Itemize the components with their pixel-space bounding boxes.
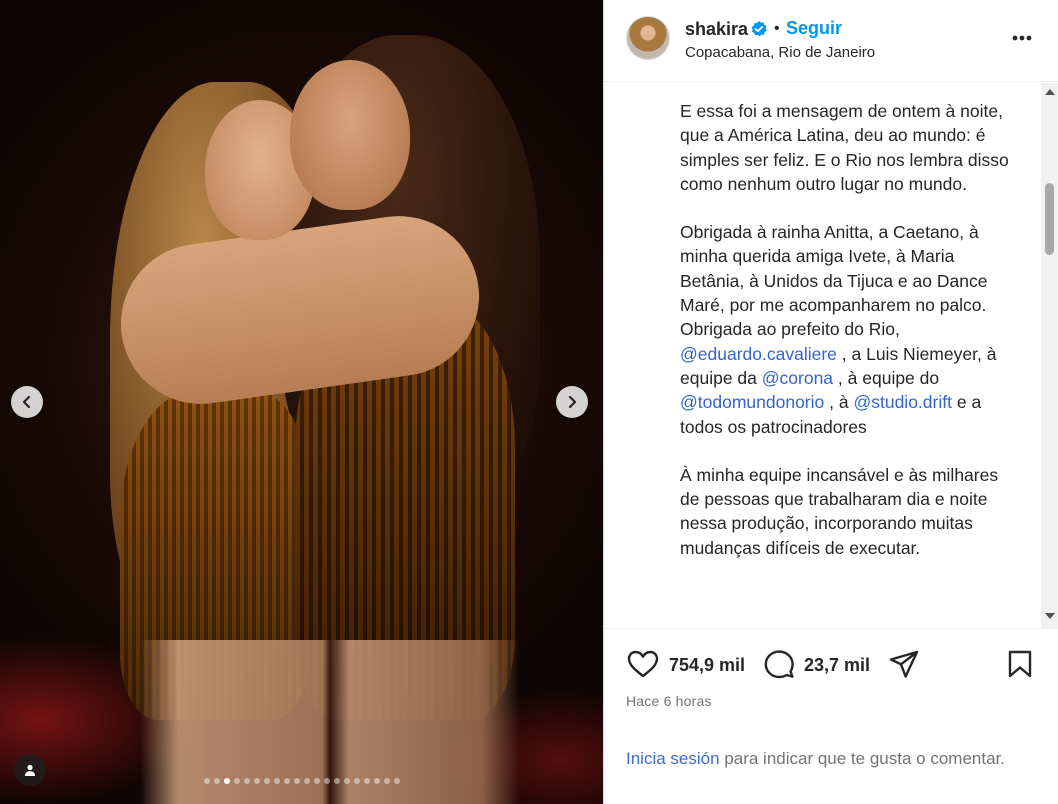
scroll-down-arrow[interactable]: [1045, 613, 1055, 619]
carousel-dot: [213, 778, 220, 784]
header-separator: •: [774, 20, 780, 37]
username-link[interactable]: shakira: [685, 19, 748, 40]
caption-text: , à: [829, 392, 849, 413]
scroll-up-arrow[interactable]: [1045, 89, 1055, 95]
caption-text: Obrigada à rainha Anitta, a Caetano, à m…: [680, 222, 988, 340]
carousel-dot: [253, 778, 260, 784]
carousel-indicator: [0, 778, 603, 784]
post-modal: shakira • Seguir Copacabana, Rio de Jane…: [0, 0, 1058, 804]
carousel-dot: [363, 778, 370, 784]
caption-text: , à equipe do: [837, 367, 940, 388]
carousel-dot: [283, 778, 290, 784]
mention-link[interactable]: @todomundonorio: [680, 392, 824, 412]
carousel-dot: [383, 778, 390, 784]
scrollbar-thumb[interactable]: [1045, 183, 1054, 255]
location-link[interactable]: Copacabana, Rio de Janeiro: [685, 44, 875, 61]
post-actions: 754,9 mil 23,7 mil Hace 6 horas Inicia s…: [604, 628, 1058, 804]
carousel-dot: [233, 778, 240, 784]
post-header: shakira • Seguir Copacabana, Rio de Jane…: [604, 0, 1058, 82]
post-timestamp[interactable]: Hace 6 horas: [626, 693, 712, 709]
carousel-dot: [243, 778, 250, 784]
carousel-dot: [353, 778, 360, 784]
avatar[interactable]: [626, 16, 670, 60]
caption-paragraph-2: Obrigada à rainha Anitta, a Caetano, à m…: [680, 220, 1020, 439]
more-options-icon[interactable]: [1007, 26, 1037, 50]
carousel-prev-button[interactable]: [11, 386, 43, 418]
carousel-dot: [263, 778, 270, 784]
verified-badge-icon: [751, 21, 767, 37]
carousel-dot: [223, 778, 230, 784]
follow-button[interactable]: Seguir: [786, 18, 842, 39]
carousel-dot: [373, 778, 380, 784]
carousel-dot: [393, 778, 400, 784]
caption-paragraph-1: E essa foi a mensagem de ontem à noite, …: [680, 101, 1009, 194]
bookmark-icon[interactable]: [1006, 649, 1034, 679]
login-prompt: Inicia sesión para indicar que te gusta …: [626, 747, 1006, 771]
like-count[interactable]: 754,9 mil: [669, 655, 745, 676]
user-tag-icon: [25, 764, 35, 776]
carousel-dot: [323, 778, 330, 784]
carousel-dot: [203, 778, 210, 784]
carousel-dot: [293, 778, 300, 784]
caption-paragraph-3: À minha equipe incansável e às milhares …: [680, 464, 999, 558]
carousel-dot: [343, 778, 350, 784]
mention-link[interactable]: @eduardo.cavaliere: [680, 344, 837, 364]
comment-icon[interactable]: [763, 649, 795, 679]
chevron-right-icon: [568, 395, 577, 409]
comment-count[interactable]: 23,7 mil: [804, 655, 870, 676]
caption-scroll-area[interactable]: E essa foi a mensagem de ontem à noite, …: [604, 83, 1058, 628]
login-prompt-text: para indicar que te gusta o comentar.: [724, 749, 1005, 768]
carousel-dot: [273, 778, 280, 784]
mention-link[interactable]: @studio.drift: [853, 392, 952, 412]
post-photo[interactable]: [0, 0, 603, 804]
mention-link[interactable]: @corona: [762, 368, 833, 388]
heart-icon[interactable]: [626, 649, 660, 679]
login-link[interactable]: Inicia sesión: [626, 749, 720, 768]
post-side-panel: shakira • Seguir Copacabana, Rio de Jane…: [603, 0, 1058, 804]
carousel-dot: [303, 778, 310, 784]
post-caption: E essa foi a mensagem de ontem à noite, …: [680, 99, 1020, 584]
send-icon[interactable]: [888, 649, 920, 679]
carousel-dot: [333, 778, 340, 784]
carousel-dot: [313, 778, 320, 784]
photo-figure-face-right: [290, 60, 410, 210]
caption-scrollbar[interactable]: [1041, 83, 1058, 628]
carousel-next-button[interactable]: [556, 386, 588, 418]
chevron-left-icon: [22, 395, 31, 409]
